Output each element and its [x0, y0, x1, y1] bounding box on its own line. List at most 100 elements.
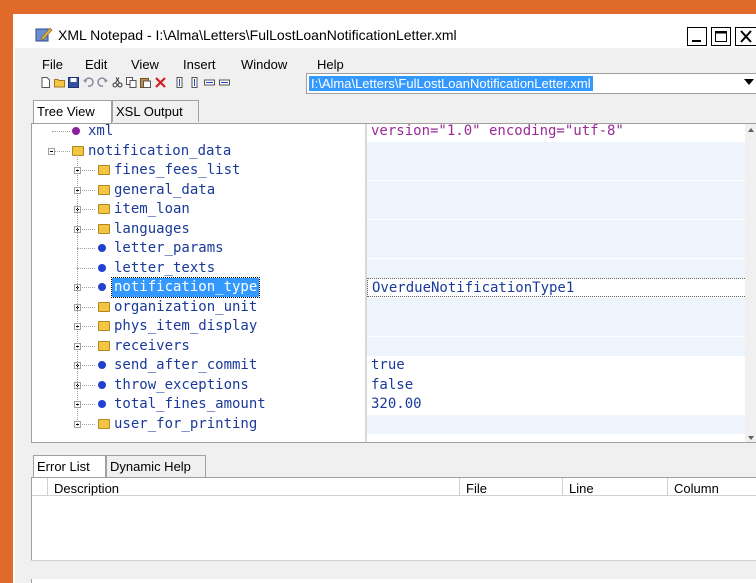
element-leaf-icon — [98, 283, 106, 291]
menu-insert[interactable]: Insert — [183, 57, 216, 72]
node-value-cell[interactable] — [367, 336, 756, 356]
column-header-column[interactable]: Column — [668, 478, 756, 496]
tree-node-label[interactable]: notification_type — [110, 277, 261, 298]
node-value-cell[interactable]: OverdueNotificationType1 — [367, 278, 755, 297]
node-value-cell[interactable]: false — [367, 376, 756, 395]
tree-node-label[interactable]: letter_texts — [112, 259, 217, 278]
node-value-cell[interactable] — [367, 219, 756, 239]
node-value-cell[interactable] — [367, 200, 756, 219]
node-value-cell[interactable] — [367, 297, 756, 317]
tree-connector-line — [77, 248, 95, 250]
nudge-left-icon[interactable] — [204, 77, 215, 88]
tree-node-row[interactable]: phys_item_display — [32, 317, 365, 336]
xml-notepad-window: XML Notepad - I:\Alma\Letters\FulLostLoa… — [13, 14, 756, 583]
folder-icon — [98, 301, 110, 312]
tree-node-label[interactable]: organization_unit — [112, 298, 259, 317]
node-value-cell[interactable]: version="1.0" encoding="utf-8" — [367, 124, 756, 141]
scroll-down-icon[interactable] — [745, 432, 756, 443]
tree-node-label[interactable]: phys_item_display — [112, 317, 259, 336]
tree-node-label[interactable]: item_loan — [112, 200, 192, 219]
scroll-up-icon[interactable] — [745, 124, 756, 136]
tree-node-row[interactable]: fines_fees_list — [32, 161, 365, 180]
tree-node-label[interactable]: letter_params — [112, 239, 226, 258]
menu-edit[interactable]: Edit — [85, 57, 107, 72]
menu-file[interactable]: File — [42, 57, 63, 72]
column-header-line[interactable]: Line — [563, 478, 668, 496]
folder-icon — [98, 204, 110, 214]
tree-node-label[interactable]: send_after_commit — [112, 356, 259, 375]
tree-node-row[interactable]: throw_exceptions — [32, 376, 365, 395]
tree-node-row[interactable]: total_fines_amount — [32, 395, 365, 414]
tab-xsl-output[interactable]: XSL Output — [112, 100, 199, 122]
nudge-down-icon[interactable] — [189, 77, 200, 88]
status-bar — [31, 560, 756, 579]
tab-error-list[interactable]: Error List — [33, 455, 106, 479]
open-folder-icon[interactable] — [54, 77, 65, 88]
node-value-cell[interactable] — [367, 317, 756, 336]
node-value-cell[interactable] — [367, 161, 756, 180]
vertical-scrollbar[interactable] — [745, 124, 756, 443]
copy-icon[interactable] — [126, 77, 137, 88]
cut-icon[interactable] — [112, 77, 123, 88]
tree-connector-line — [52, 131, 70, 133]
tree-node-row[interactable]: item_loan — [32, 200, 365, 219]
tree-node-label[interactable]: notification_data — [86, 142, 233, 161]
tree-node-label[interactable]: languages — [112, 220, 192, 239]
minimize-button[interactable] — [687, 27, 707, 46]
menu-help[interactable]: Help — [317, 57, 344, 72]
node-value-cell[interactable] — [367, 141, 756, 161]
node-value-cell[interactable]: true — [367, 356, 756, 375]
close-button[interactable] — [735, 27, 756, 46]
file-path-text[interactable]: I:\Alma\Letters\FulLostLoanNotificationL… — [309, 76, 593, 91]
tree-view-panel: xml notification_data fines_fees_list gener… — [31, 123, 756, 443]
collapse-icon[interactable] — [48, 147, 55, 155]
xml-notepad-app-icon — [35, 27, 53, 42]
column-header-description[interactable]: Description — [48, 478, 460, 496]
element-leaf-icon — [98, 263, 106, 272]
tree-node-label[interactable]: throw_exceptions — [112, 376, 251, 395]
undo-icon[interactable] — [83, 77, 94, 88]
tree-node-row[interactable]: organization_unit — [32, 298, 365, 317]
node-value-cell[interactable]: 320.00 — [367, 395, 756, 414]
tab-tree-view[interactable]: Tree View — [33, 100, 112, 124]
tree-node-row[interactable]: notification_data — [32, 142, 365, 161]
file-path-combo[interactable]: I:\Alma\Letters\FulLostLoanNotificationL… — [306, 73, 756, 94]
tree-node-label[interactable]: fines_fees_list — [112, 161, 242, 180]
minimize-icon — [692, 40, 701, 42]
nudge-up-icon[interactable] — [174, 77, 185, 88]
save-icon[interactable] — [68, 77, 79, 88]
tab-dynamic-help[interactable]: Dynamic Help — [106, 455, 206, 477]
node-value-cell[interactable] — [367, 258, 756, 278]
tree-node-label[interactable]: general_data — [112, 181, 217, 200]
tree-node-row[interactable]: general_data — [32, 181, 365, 200]
chevron-down-icon[interactable] — [744, 79, 754, 85]
delete-icon[interactable] — [155, 77, 166, 88]
node-value-cell[interactable] — [367, 180, 756, 200]
tree-node-label[interactable]: xml — [86, 124, 115, 141]
menu-view[interactable]: View — [131, 57, 159, 72]
paste-icon[interactable] — [140, 77, 151, 88]
tree-node-row[interactable]: user_for_printing — [32, 415, 365, 434]
new-file-icon[interactable] — [40, 77, 51, 88]
maximize-button[interactable] — [711, 27, 731, 46]
menu-bar: File Edit View Insert Window Help — [15, 56, 756, 74]
tree-node-row[interactable]: xml — [32, 124, 365, 141]
node-value-cell[interactable] — [367, 239, 756, 258]
element-leaf-icon — [98, 400, 106, 408]
tree-node-label[interactable]: receivers — [112, 337, 192, 356]
tree-node-label[interactable]: total_fines_amount — [112, 395, 268, 414]
tree-node-row[interactable]: letter_texts — [32, 259, 365, 278]
nudge-right-icon[interactable] — [219, 77, 230, 88]
tree-node-row[interactable]: notification_type — [32, 277, 365, 298]
tree-node-row[interactable]: letter_params — [32, 239, 365, 258]
redo-icon[interactable] — [97, 77, 108, 88]
tree-node-row[interactable]: receivers — [32, 337, 365, 356]
tree-node-row[interactable]: send_after_commit — [32, 356, 365, 375]
node-value-cell[interactable] — [367, 414, 756, 434]
column-header-file[interactable]: File — [460, 478, 563, 496]
element-leaf-icon — [98, 380, 106, 389]
close-icon — [740, 30, 752, 43]
tree-node-row[interactable]: languages — [32, 220, 365, 239]
tree-node-label[interactable]: user_for_printing — [112, 415, 259, 434]
menu-window[interactable]: Window — [241, 57, 287, 72]
